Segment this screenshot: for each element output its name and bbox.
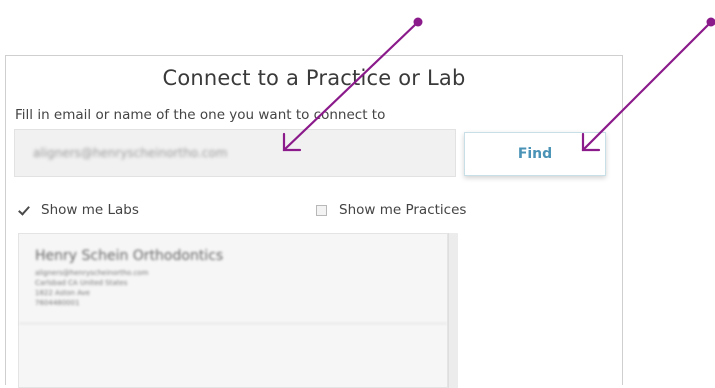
show-labs-checkbox[interactable]: [18, 205, 29, 216]
show-practices-option[interactable]: Show me Practices: [316, 202, 466, 218]
show-practices-checkbox[interactable]: [316, 205, 327, 216]
result-address: 1822 Aston Ave: [35, 288, 431, 298]
results-list: Henry Schein Orthodontics aligners@henry…: [18, 233, 448, 388]
dialog-title: Connect to a Practice or Lab: [6, 66, 622, 90]
result-phone: 7604480001: [35, 298, 431, 308]
search-input[interactable]: aligners@henryscheinortho.com: [14, 129, 456, 177]
instruction-text: Fill in email or name of the one you wan…: [15, 107, 385, 123]
show-labs-label: Show me Labs: [41, 202, 139, 218]
connect-dialog: Connect to a Practice or Lab Fill in ema…: [5, 55, 623, 385]
list-item[interactable]: Henry Schein Orthodontics aligners@henry…: [19, 234, 447, 324]
show-labs-option[interactable]: Show me Labs: [18, 202, 139, 218]
show-practices-label: Show me Practices: [339, 202, 466, 218]
find-button[interactable]: Find: [464, 132, 606, 176]
results-scrollbar[interactable]: [448, 233, 458, 388]
search-input-value: aligners@henryscheinortho.com: [33, 146, 227, 160]
result-email: aligners@henryscheinortho.com: [35, 268, 431, 278]
result-name: Henry Schein Orthodontics: [35, 248, 431, 264]
result-location: Carlsbad CA United States: [35, 278, 431, 288]
